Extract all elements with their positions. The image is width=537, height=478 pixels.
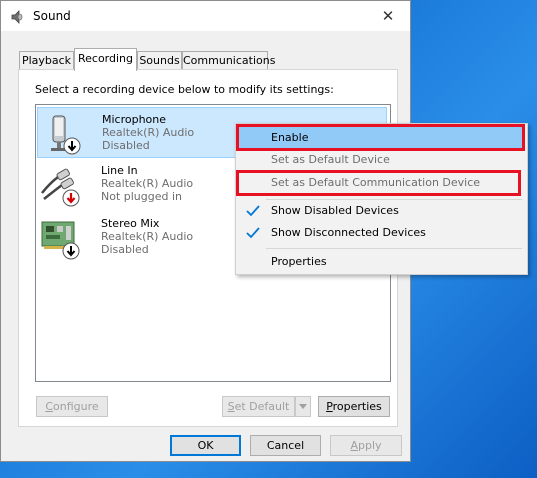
cancel-label: Cancel xyxy=(266,439,305,452)
menu-item-properties[interactable]: Properties xyxy=(238,251,525,273)
set-default-dropdown[interactable] xyxy=(295,396,311,417)
device-status: Disabled xyxy=(102,139,150,152)
set-default-label: Set Default xyxy=(227,400,290,413)
set-default-button[interactable]: Set Default xyxy=(222,396,295,417)
apply-button[interactable]: Apply xyxy=(330,435,402,456)
properties-label: Properties xyxy=(326,400,382,413)
line-in-cable-icon xyxy=(40,163,80,208)
menu-item-set-default-device[interactable]: Set as Default Device xyxy=(238,149,525,171)
tab-recording[interactable]: Recording xyxy=(74,48,137,71)
cancel-button[interactable]: Cancel xyxy=(250,435,321,456)
title-bar: Sound ✕ xyxy=(1,1,410,31)
speaker-icon xyxy=(9,9,25,25)
device-name: Line In xyxy=(101,164,138,177)
annotation-highlight-communication-device xyxy=(236,170,521,196)
menu-item-label: Set as Default Device xyxy=(271,153,390,166)
configure-button[interactable]: Configure xyxy=(36,396,108,417)
close-button[interactable]: ✕ xyxy=(366,1,410,31)
menu-item-label: Show Disconnected Devices xyxy=(271,226,426,239)
ok-label: OK xyxy=(197,439,214,452)
microphone-icon xyxy=(41,112,81,157)
menu-item-label: Show Disabled Devices xyxy=(271,204,399,217)
apply-label: Apply xyxy=(350,439,382,452)
menu-item-show-disconnected-devices[interactable]: Show Disconnected Devices xyxy=(238,222,525,244)
device-driver: Realtek(R) Audio xyxy=(102,126,195,139)
annotation-highlight-enable xyxy=(236,124,525,151)
device-status: Disabled xyxy=(101,243,149,256)
device-driver: Realtek(R) Audio xyxy=(101,177,194,190)
menu-separator xyxy=(266,248,522,249)
chevron-down-icon xyxy=(299,400,307,413)
sound-card-icon xyxy=(40,216,80,261)
menu-item-label: Properties xyxy=(271,255,327,268)
tab-playback[interactable]: Playback xyxy=(19,51,74,70)
tab-communications[interactable]: Communications xyxy=(182,51,275,70)
device-name: Microphone xyxy=(102,113,167,126)
instruction-text: Select a recording device below to modif… xyxy=(35,83,334,96)
ok-button[interactable]: OK xyxy=(170,435,241,456)
device-status: Not plugged in xyxy=(101,190,183,203)
properties-button[interactable]: Properties xyxy=(318,396,390,417)
configure-label: Configure xyxy=(45,400,99,413)
checkmark-icon xyxy=(246,222,264,244)
device-name: Stereo Mix xyxy=(101,217,160,230)
tab-sounds[interactable]: Sounds xyxy=(137,51,182,70)
window-title: Sound xyxy=(33,9,71,23)
menu-item-show-disabled-devices[interactable]: Show Disabled Devices xyxy=(238,200,525,222)
device-driver: Realtek(R) Audio xyxy=(101,230,194,243)
checkmark-icon xyxy=(246,200,264,222)
